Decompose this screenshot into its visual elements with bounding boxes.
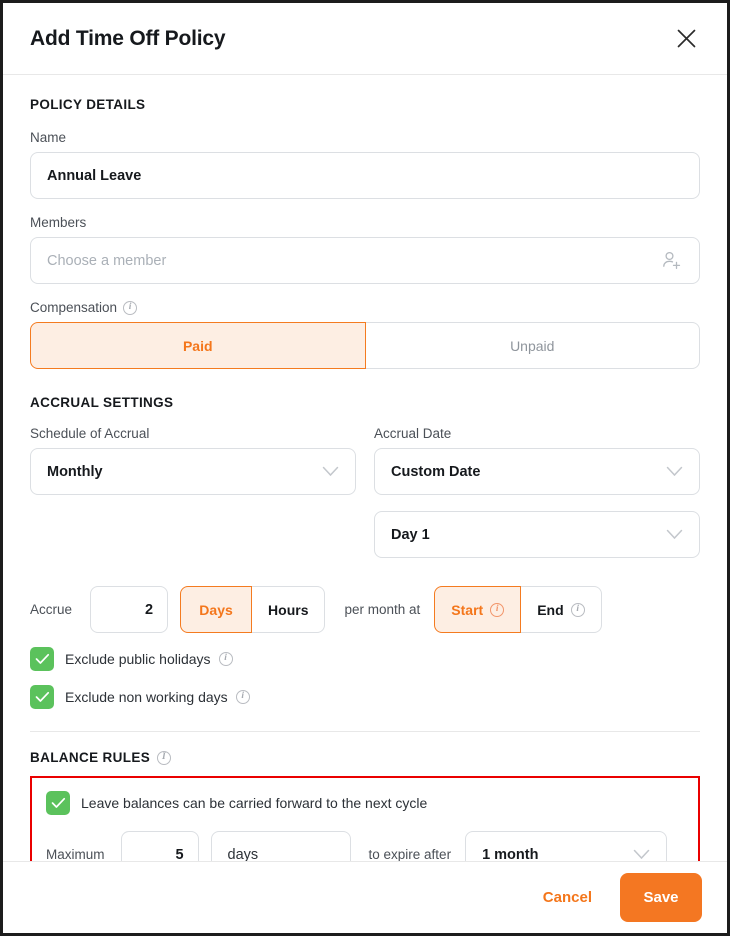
- name-label: Name: [30, 130, 67, 145]
- accrual-day-select-value: Day 1: [391, 526, 430, 543]
- members-field-group: Members Choose a member: [30, 215, 700, 284]
- compensation-label-text: Compensation: [30, 300, 118, 315]
- exclude-public-holidays-label: Exclude public holidays i: [65, 651, 233, 667]
- checkbox-checked-icon[interactable]: [30, 685, 54, 709]
- schedule-label: Schedule of Accrual: [30, 426, 150, 441]
- info-icon[interactable]: i: [570, 602, 585, 617]
- compensation-field-group: Compensation i Paid Unpaid: [30, 300, 700, 369]
- exclude-non-working-days-row[interactable]: Exclude non working days i: [30, 685, 700, 709]
- accrue-timing-end-label: End: [537, 601, 564, 618]
- save-button[interactable]: Save: [620, 873, 702, 922]
- accrual-date-field-group: Accrual Date Custom Date Day 1: [374, 426, 700, 558]
- accrual-top-row: Schedule of Accrual Monthly Accrual Date…: [30, 426, 700, 558]
- accrue-row: Accrue 2 Days Hours per month at Start i…: [30, 586, 700, 633]
- carry-forward-label: Leave balances can be carried forward to…: [81, 795, 428, 811]
- compensation-toggle: Paid Unpaid: [30, 322, 700, 369]
- chevron-down-icon: [666, 529, 683, 540]
- accrual-day-select[interactable]: Day 1: [374, 511, 700, 558]
- per-month-label: per month at: [344, 602, 421, 617]
- add-time-off-policy-dialog: Add Time Off Policy POLICY DETAILS Name …: [0, 0, 730, 936]
- name-field-group: Name Annual Leave: [30, 130, 700, 199]
- section-accrual-settings: ACCRUAL SETTINGS: [30, 395, 700, 410]
- members-input[interactable]: Choose a member: [30, 237, 700, 284]
- chevron-down-icon: [666, 466, 683, 477]
- accrue-amount-value: 2: [144, 601, 154, 618]
- exclude-public-holidays-row[interactable]: Exclude public holidays i: [30, 647, 700, 671]
- close-icon[interactable]: [671, 24, 701, 54]
- dialog-header: Add Time Off Policy: [3, 3, 727, 75]
- accrual-date-select-value: Custom Date: [391, 463, 481, 480]
- divider: [30, 731, 700, 732]
- page-title: Add Time Off Policy: [30, 26, 226, 50]
- add-person-icon[interactable]: [661, 250, 683, 272]
- exclude-public-holidays-text: Exclude public holidays: [65, 651, 211, 667]
- schedule-select[interactable]: Monthly: [30, 448, 356, 495]
- section-balance-rules-label: BALANCE RULES: [30, 750, 151, 765]
- accrue-timing-end[interactable]: End i: [521, 586, 602, 633]
- checkbox-checked-icon[interactable]: [46, 791, 70, 815]
- members-label: Members: [30, 215, 87, 230]
- accrue-unit-days[interactable]: Days: [180, 586, 253, 633]
- dialog-body: POLICY DETAILS Name Annual Leave Members…: [3, 75, 727, 898]
- chevron-down-icon: [633, 849, 650, 860]
- info-icon[interactable]: i: [123, 300, 138, 315]
- exclude-non-working-days-label: Exclude non working days i: [65, 689, 250, 705]
- carry-forward-row[interactable]: Leave balances can be carried forward to…: [46, 791, 684, 815]
- accrue-unit-toggle: Days Hours: [180, 586, 326, 633]
- dialog-footer: Cancel Save: [3, 861, 727, 933]
- section-accrual-settings-label: ACCRUAL SETTINGS: [30, 395, 174, 410]
- compensation-option-unpaid[interactable]: Unpaid: [365, 322, 700, 369]
- compensation-option-paid[interactable]: Paid: [30, 322, 366, 369]
- accrue-timing-start-label: Start: [451, 601, 484, 618]
- name-input[interactable]: Annual Leave: [30, 152, 700, 199]
- info-icon[interactable]: i: [235, 690, 250, 704]
- cancel-button[interactable]: Cancel: [525, 879, 610, 916]
- compensation-label: Compensation i: [30, 300, 700, 315]
- accrual-date-label: Accrual Date: [374, 426, 452, 441]
- info-icon[interactable]: i: [218, 652, 233, 666]
- checkbox-checked-icon[interactable]: [30, 647, 54, 671]
- accrue-timing-toggle: Start i End i: [434, 586, 602, 633]
- exclude-non-working-days-text: Exclude non working days: [65, 689, 228, 705]
- maximum-label: Maximum: [46, 847, 105, 862]
- expire-after-label: to expire after: [368, 847, 452, 862]
- accrue-timing-start[interactable]: Start i: [434, 586, 522, 633]
- info-icon[interactable]: i: [490, 602, 505, 617]
- schedule-select-value: Monthly: [47, 463, 103, 480]
- info-icon[interactable]: i: [157, 750, 172, 765]
- chevron-down-icon: [322, 466, 339, 477]
- accrual-date-select[interactable]: Custom Date: [374, 448, 700, 495]
- name-input-value: Annual Leave: [47, 167, 142, 184]
- section-policy-details-label: POLICY DETAILS: [30, 97, 146, 112]
- schedule-field-group: Schedule of Accrual Monthly: [30, 426, 356, 558]
- members-input-placeholder: Choose a member: [47, 252, 167, 269]
- accrue-unit-hours[interactable]: Hours: [252, 586, 326, 633]
- section-balance-rules: BALANCE RULES i: [30, 750, 700, 765]
- section-policy-details: POLICY DETAILS: [30, 97, 700, 112]
- accrue-amount-input[interactable]: 2: [90, 586, 169, 633]
- accrue-label: Accrue: [30, 602, 73, 617]
